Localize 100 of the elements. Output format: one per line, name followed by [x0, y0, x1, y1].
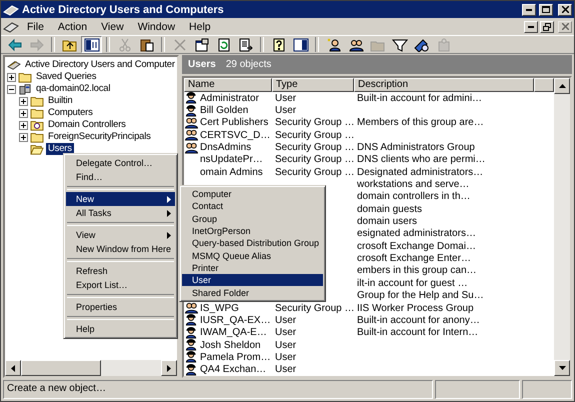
type-cell: User [275, 352, 296, 363]
description-cell: IIS Worker Process Group [357, 302, 474, 314]
type-cell: User [275, 340, 296, 351]
menu-item[interactable]: Refresh [66, 264, 176, 278]
menu-item[interactable]: Printer [182, 262, 324, 274]
name-cell[interactable]: IWAM_QA-E… [200, 327, 267, 338]
scroll-thumb[interactable] [21, 360, 101, 376]
scroll-arrow-icon [167, 364, 171, 372]
user-icon [184, 339, 199, 352]
name-cell[interactable]: nsUpdatePr… [200, 154, 263, 166]
folder-icon [18, 71, 32, 83]
close-icon [562, 23, 568, 30]
menu-item[interactable]: MSMQ Queue Alias [182, 249, 324, 262]
expand-toggle[interactable] [7, 72, 16, 82]
menu-item[interactable]: Action [52, 20, 94, 34]
user-icon [184, 364, 199, 376]
menu-item[interactable]: View [95, 20, 130, 34]
menu-item[interactable]: File [21, 20, 50, 34]
menu-item[interactable]: Find… [66, 170, 176, 184]
scroll-right-button[interactable] [161, 360, 177, 376]
name-cell[interactable]: Cert Publishers [200, 117, 268, 128]
tree-item[interactable]: qa-domain02.local [34, 83, 112, 95]
menu-item[interactable]: Group [182, 212, 324, 225]
description-cell: domain controllers in th… [357, 191, 470, 202]
minimize-button[interactable] [522, 4, 536, 16]
close-icon [562, 6, 568, 13]
tree-item[interactable]: Builtin [46, 95, 74, 107]
new-user-icon [326, 38, 342, 52]
submenu-arrow-icon [167, 232, 172, 238]
column-header[interactable] [534, 78, 554, 92]
column-header[interactable]: Description [354, 78, 534, 92]
plus-icon [21, 134, 26, 140]
toolbar-button[interactable] [81, 36, 102, 53]
tree-item[interactable]: Active Directory Users and Computer [23, 59, 177, 71]
minimize-icon [528, 26, 534, 28]
name-cell[interactable]: omain Admins [200, 166, 263, 178]
tree-item[interactable]: Domain Controllers [46, 119, 128, 131]
menu-item[interactable]: InetOrgPerson [182, 224, 324, 238]
description-cell: Built-in account for anony… [357, 314, 480, 326]
menu-item[interactable]: New [66, 192, 176, 206]
name-cell[interactable]: Bill Golden [200, 105, 248, 116]
menu-item[interactable]: New Window from Here [66, 242, 176, 256]
menu-item[interactable]: Computer [182, 188, 324, 200]
tree-item[interactable]: Saved Queries [34, 71, 98, 83]
menu-item[interactable]: Help [183, 20, 217, 34]
column-header[interactable]: Type [272, 78, 354, 92]
name-cell[interactable]: CERTSVC_D… [200, 130, 270, 141]
menu-item[interactable]: Help [66, 322, 176, 336]
status-text: Create a new object… [3, 380, 433, 399]
properties-icon [194, 38, 210, 52]
type-cell: Security Group … [275, 130, 354, 141]
restore-button[interactable] [540, 20, 554, 32]
menu-item[interactable]: All Tasks [66, 206, 176, 220]
scroll-down-button[interactable] [554, 360, 570, 376]
name-cell[interactable]: DnsAdmins [200, 142, 252, 154]
menu-item[interactable]: View [66, 228, 176, 242]
folder-icon [30, 131, 44, 143]
folder-icon [30, 107, 44, 119]
name-cell[interactable]: Administrator [200, 92, 259, 104]
name-cell[interactable]: IUSR_QA-EX… [200, 314, 271, 326]
scroll-up-button[interactable] [554, 78, 570, 94]
scissors-icon [116, 38, 132, 52]
description-cell: embers in this group can… [357, 265, 477, 276]
refresh-icon [216, 38, 232, 52]
menu-item[interactable]: Query-based Distribution Group [182, 237, 324, 250]
name-cell[interactable]: IS_WPG [200, 302, 239, 314]
description-cell: workstations and serve… [357, 179, 470, 190]
menu-item[interactable]: Properties [66, 300, 176, 314]
menu-item[interactable]: Export List… [66, 278, 176, 292]
name-cell[interactable]: Josh Sheldon [200, 340, 261, 351]
menu-item[interactable]: Contact [182, 200, 324, 213]
folder-icon [30, 95, 44, 107]
show-pane-icon [292, 38, 308, 52]
menu-item[interactable]: Delegate Control… [66, 156, 176, 170]
maximize-button[interactable] [539, 4, 553, 16]
scroll-left-button[interactable] [5, 360, 21, 376]
expand-toggle[interactable] [7, 84, 16, 94]
tree-item[interactable]: ForeignSecurityPrincipals [46, 131, 153, 143]
menu-item[interactable]: Shared Folder [182, 286, 324, 299]
description-cell: ilt-in account for guest … [357, 278, 468, 289]
description-cell: Group for the Help and Su… [357, 290, 484, 302]
minimize-button[interactable] [524, 20, 538, 32]
name-cell[interactable]: Pamela Prom… [200, 352, 271, 363]
expand-toggle[interactable] [19, 132, 28, 142]
group-icon [184, 302, 199, 314]
description-cell: crosoft Exchange Enter… [357, 253, 471, 264]
expand-toggle[interactable] [19, 120, 28, 130]
tree-item[interactable]: Users [46, 143, 74, 155]
menu-item[interactable]: Window [132, 20, 182, 34]
name-cell[interactable]: QA4 Exchan… [200, 364, 266, 376]
forward-arrow-icon [28, 38, 44, 52]
type-cell: User [275, 314, 296, 326]
app-icon [3, 2, 19, 16]
expand-toggle[interactable] [19, 96, 28, 106]
close-button[interactable] [558, 4, 572, 16]
expand-toggle[interactable] [19, 108, 28, 118]
column-header[interactable]: Name [184, 78, 272, 92]
menu-item[interactable]: User [182, 274, 324, 286]
tree-item[interactable]: Computers [46, 107, 95, 119]
description-cell: DNS Administrators Group [357, 142, 475, 154]
